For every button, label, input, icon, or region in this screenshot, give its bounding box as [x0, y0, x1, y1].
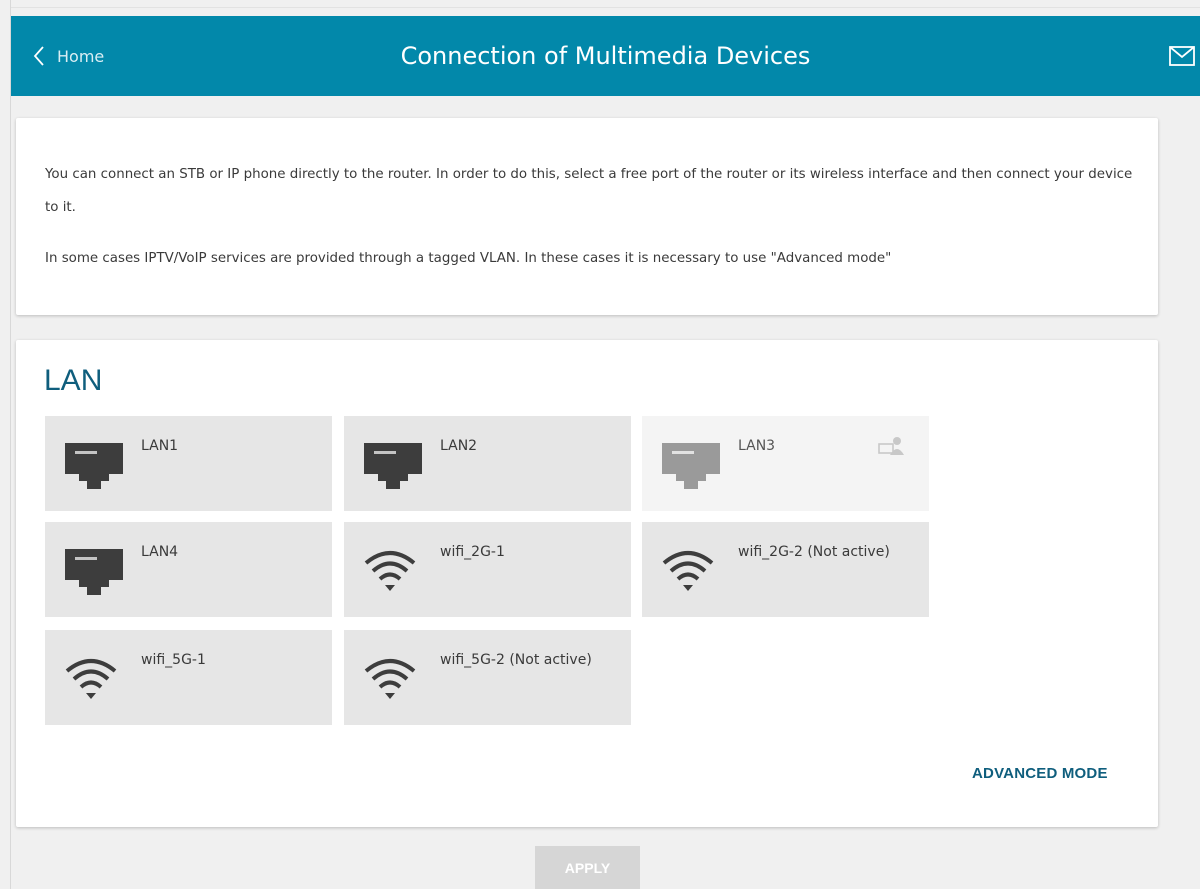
- port-tile-wifi-5g-2[interactable]: wifi_5G-2 (Not active): [344, 630, 631, 725]
- wifi-icon: [662, 551, 714, 591]
- advanced-mode-link[interactable]: ADVANCED MODE: [972, 765, 1108, 782]
- port-tile-wifi-5g-1[interactable]: wifi_5G-1: [45, 630, 332, 725]
- port-label: LAN3: [738, 438, 776, 454]
- wifi-icon: [65, 659, 117, 699]
- page-title: Connection of Multimedia Devices: [400, 42, 811, 70]
- port-tile-lan1[interactable]: LAN1: [45, 416, 332, 511]
- frame-top-border: [10, 7, 1200, 8]
- port-label: wifi_2G-2 (Not active): [738, 544, 890, 560]
- apply-button[interactable]: APPLY: [535, 846, 640, 889]
- intro-paragraph-2: In some cases IPTV/VoIP services are pro…: [45, 251, 892, 266]
- port-tile-lan2[interactable]: LAN2: [344, 416, 631, 511]
- port-label: wifi_2G-1: [440, 544, 505, 560]
- computer-user-icon: [878, 437, 904, 455]
- mail-icon[interactable]: [1169, 46, 1195, 66]
- port-label: wifi_5G-1: [141, 652, 206, 668]
- port-label: LAN1: [141, 438, 179, 454]
- ethernet-port-icon: [662, 443, 720, 489]
- ethernet-port-icon: [364, 443, 422, 489]
- chevron-left-icon: [33, 46, 44, 66]
- back-label: Home: [57, 46, 105, 66]
- frame-left-border: [10, 0, 11, 889]
- page-header: Home Connection of Multimedia Devices: [11, 16, 1200, 96]
- intro-paragraph-1: You can connect an STB or IP phone direc…: [45, 167, 1133, 215]
- port-label: LAN2: [440, 438, 478, 454]
- ethernet-port-icon: [65, 549, 123, 595]
- lan-section-title: LAN: [44, 364, 103, 397]
- lan-card: LAN LAN1 LAN2 LAN3 LAN4 wifi_2G-1 wifi_2…: [16, 340, 1158, 827]
- ethernet-port-icon: [65, 443, 123, 489]
- port-tile-lan3[interactable]: LAN3: [642, 416, 929, 511]
- port-tile-lan4[interactable]: LAN4: [45, 522, 332, 617]
- wifi-icon: [364, 659, 416, 699]
- port-label: LAN4: [141, 544, 179, 560]
- back-button[interactable]: Home: [33, 40, 104, 72]
- intro-card: You can connect an STB or IP phone direc…: [16, 118, 1158, 315]
- port-tile-wifi-2g-1[interactable]: wifi_2G-1: [344, 522, 631, 617]
- wifi-icon: [364, 551, 416, 591]
- port-tile-wifi-2g-2[interactable]: wifi_2G-2 (Not active): [642, 522, 929, 617]
- port-label: wifi_5G-2 (Not active): [440, 652, 592, 668]
